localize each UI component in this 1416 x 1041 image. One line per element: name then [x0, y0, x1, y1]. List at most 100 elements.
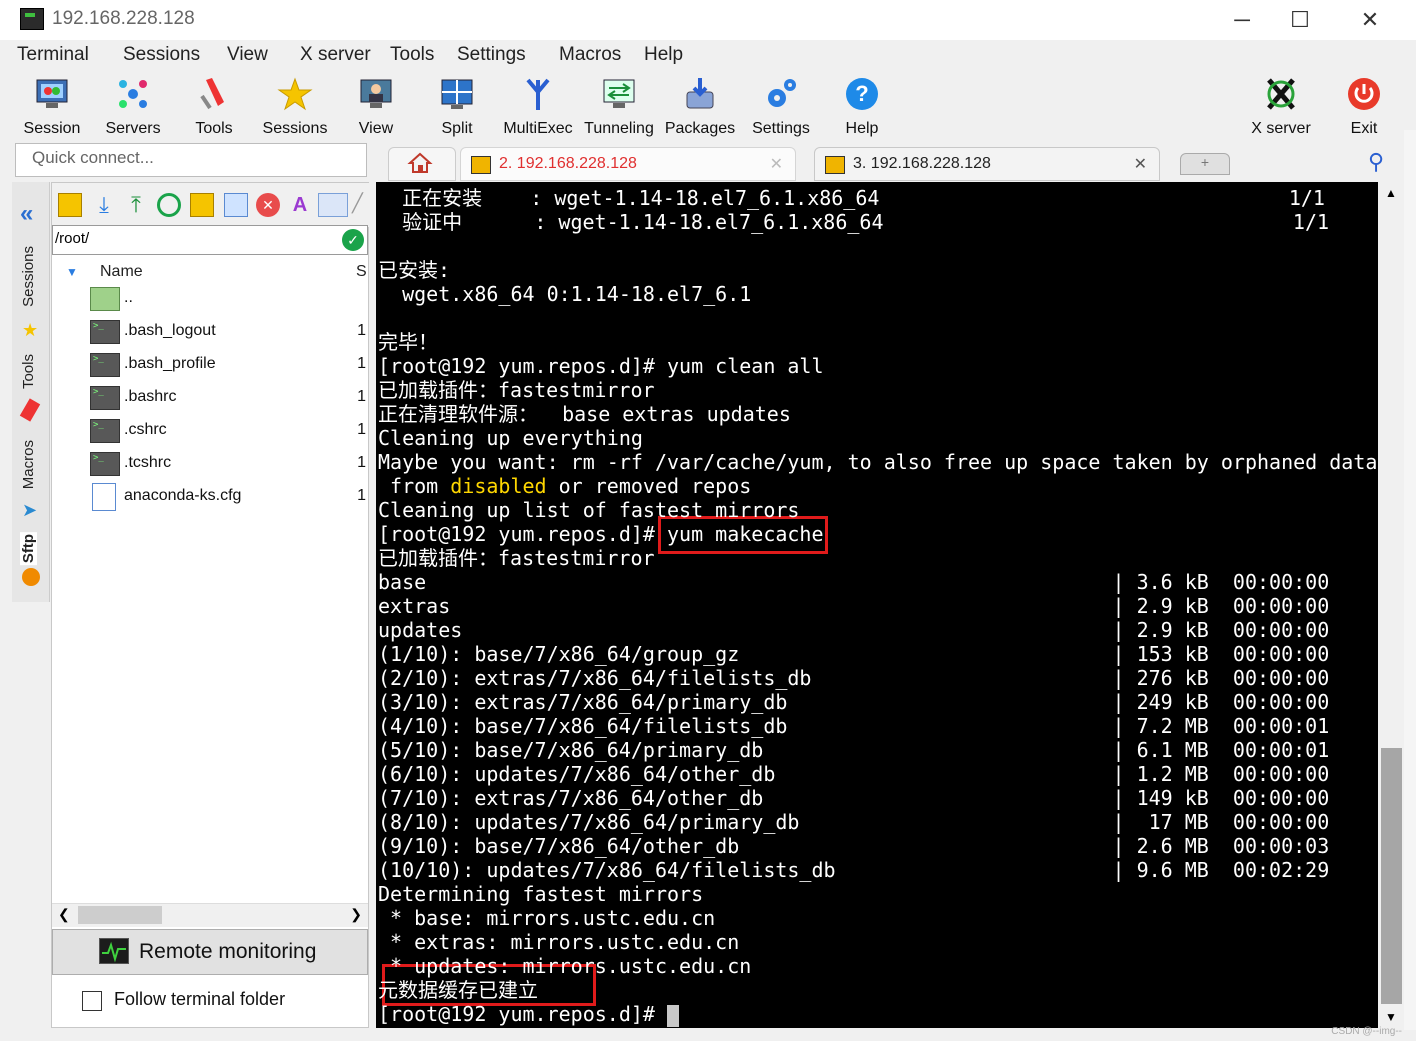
- scroll-up-icon[interactable]: ▲: [1385, 186, 1397, 200]
- list-item[interactable]: .bash_logout 1: [90, 318, 370, 348]
- scroll-thumb[interactable]: [1381, 748, 1402, 1004]
- new-tab-button[interactable]: +: [1180, 153, 1230, 175]
- title-bar: 192.168.228.128 ─ ☐ ✕: [0, 0, 1416, 40]
- script-file-icon: [90, 320, 120, 344]
- list-item[interactable]: .bashrc 1: [90, 384, 370, 414]
- maximize-button[interactable]: ☐: [1280, 4, 1320, 36]
- terminal-line: Cleaning up everything: [378, 426, 643, 450]
- attach-icon[interactable]: ⚲: [1368, 149, 1384, 175]
- sessions-button[interactable]: Sessions: [253, 76, 337, 138]
- terminal-tab-icon: [471, 156, 491, 174]
- servers-button[interactable]: Servers: [91, 76, 175, 138]
- rename-icon[interactable]: A: [288, 193, 312, 217]
- list-item[interactable]: .tcshrc 1: [90, 450, 370, 480]
- text-file-icon: [92, 483, 116, 511]
- terminal-line: * extras: mirrors.ustc.edu.cn: [378, 930, 740, 954]
- terminal-line: 完毕！: [378, 330, 438, 354]
- horizontal-scrollbar[interactable]: ❮ ❯: [52, 903, 368, 927]
- column-size[interactable]: S: [356, 263, 367, 281]
- remote-monitoring-button[interactable]: Remote monitoring: [52, 929, 368, 975]
- delete-icon[interactable]: ✕: [256, 193, 280, 217]
- view-icon: [358, 76, 394, 112]
- terminal-line: from disabled or removed repos: [378, 474, 752, 498]
- split-button[interactable]: Split: [415, 76, 499, 138]
- multiexec-button[interactable]: MultiExec: [496, 76, 580, 138]
- terminal-output[interactable]: 正在安装 : wget-1.14-18.el7_6.1.x86_64 1/1 验…: [376, 182, 1378, 1028]
- tab-close-icon[interactable]: ✕: [770, 154, 783, 174]
- packages-button[interactable]: Packages: [658, 76, 742, 138]
- sort-arrow-icon[interactable]: ▼: [66, 265, 78, 279]
- quick-connect-input[interactable]: Quick connect...: [15, 143, 367, 177]
- side-tab-sessions[interactable]: Sessions: [20, 246, 37, 307]
- column-name[interactable]: Name: [100, 263, 143, 281]
- terminal-line: 验证中 : wget-1.14-18.el7_6.1.x86_64 1/1: [378, 210, 1330, 234]
- terminal-line: * updates: mirrors.ustc.edu.cn: [378, 954, 752, 978]
- tunneling-button[interactable]: Tunneling: [577, 76, 661, 138]
- settings-button[interactable]: Settings: [739, 76, 823, 138]
- terminal-line: base | 3.6 kB 00:00:00: [378, 570, 1330, 594]
- menu-sessions[interactable]: Sessions: [123, 44, 200, 66]
- scroll-right-icon[interactable]: ❯: [350, 906, 362, 923]
- menu-xserver[interactable]: X server: [300, 44, 371, 66]
- session-tabs: 2. 192.168.228.128 ✕ 3. 192.168.228.128 …: [376, 143, 1406, 181]
- terminal-scrollbar[interactable]: ▲ ▼: [1379, 182, 1404, 1028]
- help-button[interactable]: ? Help: [820, 76, 904, 138]
- session-button[interactable]: Session: [10, 76, 94, 138]
- download-icon[interactable]: ⤓: [92, 193, 116, 217]
- tab-home[interactable]: [388, 147, 456, 181]
- script-file-icon: [90, 353, 120, 377]
- scroll-thumb[interactable]: [78, 906, 162, 924]
- menu-settings[interactable]: Settings: [457, 44, 526, 66]
- menu-tools[interactable]: Tools: [390, 44, 434, 66]
- gear-icon: [763, 76, 799, 112]
- menu-terminal[interactable]: Terminal: [17, 44, 89, 66]
- watermark: CSDN @--img--: [1331, 1026, 1402, 1037]
- menu-help[interactable]: Help: [644, 44, 683, 66]
- terminal-line: 已加载插件：fastestmirror: [378, 546, 655, 570]
- list-item[interactable]: .bash_profile 1: [90, 351, 370, 381]
- new-folder-icon[interactable]: [190, 193, 214, 217]
- tab-session-2[interactable]: 2. 192.168.228.128 ✕: [460, 147, 796, 181]
- terminal-line: [root@192 yum.repos.d]#: [378, 1002, 679, 1027]
- check-icon[interactable]: ✓: [342, 229, 364, 251]
- terminal-line: updates | 2.9 kB 00:00:00: [378, 618, 1330, 642]
- file-list-header: ▼ Name S: [52, 259, 368, 285]
- sftp-path-input[interactable]: /root/ ✓: [52, 225, 368, 255]
- view-button[interactable]: View: [334, 76, 418, 138]
- close-button[interactable]: ✕: [1350, 4, 1390, 36]
- side-tab-tools[interactable]: Tools: [20, 354, 37, 389]
- tab-session-3[interactable]: 3. 192.168.228.128 ✕: [814, 147, 1160, 181]
- parent-folder-icon[interactable]: [58, 193, 82, 217]
- menu-macros[interactable]: Macros: [559, 44, 621, 66]
- list-item[interactable]: ..: [90, 285, 370, 315]
- side-tab-macros[interactable]: Macros: [20, 440, 37, 489]
- terminal-line: Maybe you want: rm -rf /var/cache/yum, t…: [378, 450, 1378, 474]
- collapse-icon[interactable]: «: [20, 200, 33, 228]
- follow-terminal-checkbox[interactable]: [82, 991, 102, 1011]
- upload-icon[interactable]: ⤒: [124, 193, 148, 217]
- home-icon: [407, 152, 433, 173]
- refresh-icon[interactable]: [157, 193, 181, 217]
- side-tab-sftp[interactable]: Sftp: [20, 532, 37, 566]
- terminal-line: (6/10): updates/7/x86_64/other_db | 1.2 …: [378, 762, 1330, 786]
- scroll-down-icon[interactable]: ▼: [1385, 1010, 1397, 1024]
- permissions-icon[interactable]: [318, 193, 348, 217]
- list-item[interactable]: .cshrc 1: [90, 417, 370, 447]
- terminal-line: Cleaning up list of fastest mirrors: [378, 498, 800, 522]
- exit-button[interactable]: Exit: [1322, 76, 1406, 138]
- new-file-icon[interactable]: [224, 193, 248, 217]
- edit-icon[interactable]: ╱: [352, 193, 376, 217]
- terminal-line: (8/10): updates/7/x86_64/primary_db | 17…: [378, 810, 1330, 834]
- tab-close-icon[interactable]: ✕: [1134, 154, 1147, 174]
- terminal-line: 已加载插件：fastestmirror: [378, 378, 655, 402]
- xserver-button[interactable]: X server: [1239, 76, 1323, 138]
- session-icon: [34, 76, 70, 112]
- star-icon: ★: [22, 320, 39, 340]
- terminal-line: wget.x86_64 0:1.14-18.el7_6.1: [378, 282, 752, 306]
- list-item[interactable]: anaconda-ks.cfg 1: [90, 483, 370, 513]
- minimize-button[interactable]: ─: [1222, 4, 1262, 36]
- menu-view[interactable]: View: [227, 44, 268, 66]
- servers-icon: [115, 76, 151, 112]
- scroll-left-icon[interactable]: ❮: [58, 906, 70, 923]
- tools-button[interactable]: Tools: [172, 76, 256, 138]
